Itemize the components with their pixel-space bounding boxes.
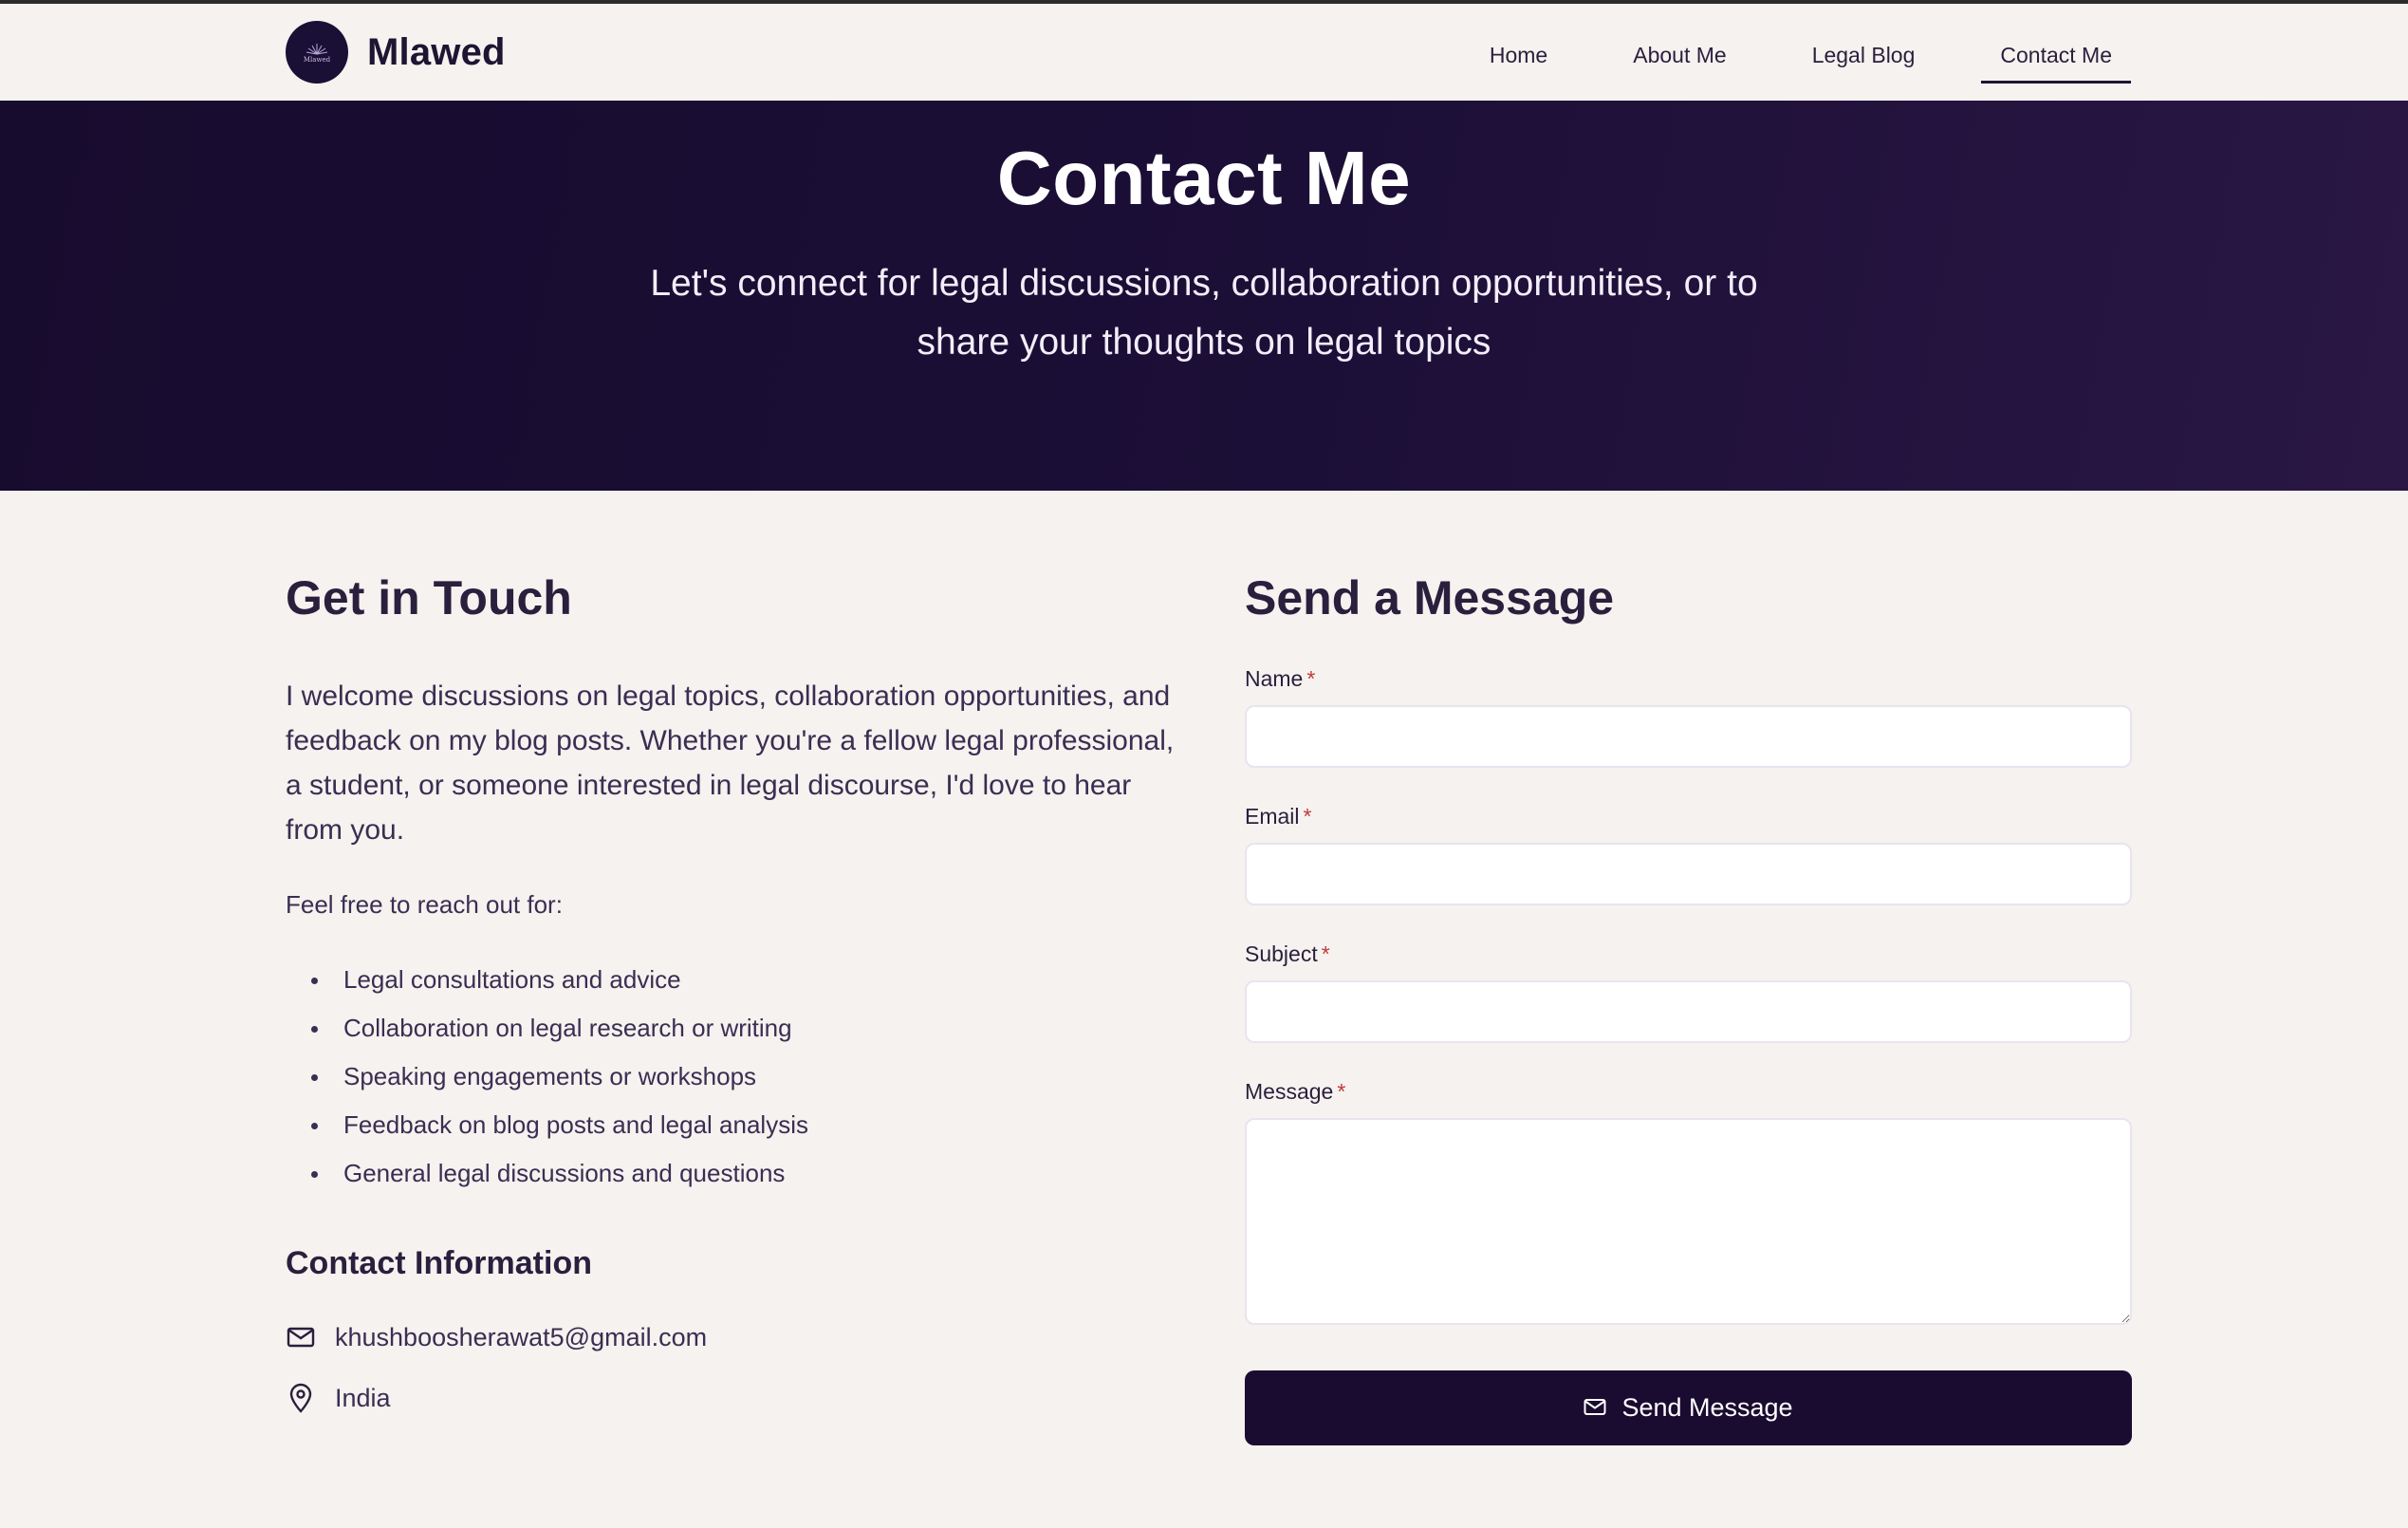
nav-legal-blog[interactable]: Legal Blog xyxy=(1793,22,1935,89)
required-mark: * xyxy=(1303,804,1312,829)
required-mark: * xyxy=(1306,666,1316,691)
send-message-heading: Send a Message xyxy=(1245,571,1615,624)
nav-home[interactable]: Home xyxy=(1471,22,1566,89)
send-message-button[interactable]: Send Message xyxy=(1245,1370,2132,1445)
message-field-group: Message * xyxy=(1245,1079,2132,1325)
hero-subtitle: Let's connect for legal discussions, col… xyxy=(650,263,1758,363)
location-row: India xyxy=(286,1368,1177,1428)
nav-contact-me[interactable]: Contact Me xyxy=(1981,22,2131,89)
logo-text: Mlawed xyxy=(303,55,331,64)
get-in-touch-heading: Get in Touch xyxy=(286,571,572,624)
nav-about-me[interactable]: About Me xyxy=(1614,22,1745,89)
map-pin-icon xyxy=(286,1383,316,1413)
main-nav: Home About Me Legal Blog Contact Me xyxy=(1423,8,2131,102)
brand-name[interactable]: Mlawed xyxy=(367,31,506,74)
message-label: Message * xyxy=(1245,1079,1346,1104)
contact-form: Name * Email * Subject * Message * Send Mess… xyxy=(1245,666,2132,1445)
contact-info-heading: Contact Information xyxy=(286,1245,592,1281)
message-textarea[interactable] xyxy=(1245,1118,2132,1325)
get-in-touch-section: Get in Touch I welcome discussions on le… xyxy=(286,569,1177,1428)
location-text: India xyxy=(335,1383,391,1412)
navbar: Mlawed Mlawed Home About Me Legal Blog C… xyxy=(0,4,2408,101)
contact-information: Contact Information khushboosherawat5@gm… xyxy=(286,1245,1177,1428)
list-item: Speaking engagements or workshops xyxy=(308,1053,1177,1101)
page-title: Contact Me xyxy=(996,136,1412,220)
email-input[interactable] xyxy=(1245,843,2132,905)
name-field-group: Name * xyxy=(1245,666,2132,768)
list-item: Legal consultations and advice xyxy=(308,956,1177,1004)
name-label: Name * xyxy=(1245,666,1316,691)
reasons-list: Legal consultations and advice Collabora… xyxy=(308,956,1177,1198)
mail-icon xyxy=(286,1322,316,1352)
intro-text: I welcome discussions on legal topics, c… xyxy=(286,680,1175,846)
mail-icon xyxy=(1584,1393,1606,1423)
subject-input[interactable] xyxy=(1245,980,2132,1043)
send-message-label: Send Message xyxy=(1621,1393,1793,1422)
logo: Mlawed xyxy=(286,21,348,84)
email-row[interactable]: khushboosherawat5@gmail.com xyxy=(286,1307,1177,1368)
email-field-group: Email * xyxy=(1245,804,2132,905)
subject-label: Subject * xyxy=(1245,941,1330,966)
email-address[interactable]: khushboosherawat5@gmail.com xyxy=(335,1323,707,1352)
subject-field-group: Subject * xyxy=(1245,941,2132,1043)
list-item: General legal discussions and questions xyxy=(308,1149,1177,1198)
hero-banner: Contact Me Let's connect for legal discu… xyxy=(0,101,2408,491)
name-input[interactable] xyxy=(1245,705,2132,768)
list-item: Collaboration on legal research or writi… xyxy=(308,1004,1177,1053)
send-message-section: Send a Message Name * Email * Subject * Mes… xyxy=(1245,569,2132,1445)
required-mark: * xyxy=(1337,1079,1346,1104)
reach-out-label: Feel free to reach out for: xyxy=(286,890,563,919)
lotus-icon xyxy=(306,43,328,54)
required-mark: * xyxy=(1321,941,1330,966)
list-item: Feedback on blog posts and legal analysi… xyxy=(308,1101,1177,1149)
brand[interactable]: Mlawed Mlawed xyxy=(286,21,506,84)
email-label: Email * xyxy=(1245,804,1312,829)
